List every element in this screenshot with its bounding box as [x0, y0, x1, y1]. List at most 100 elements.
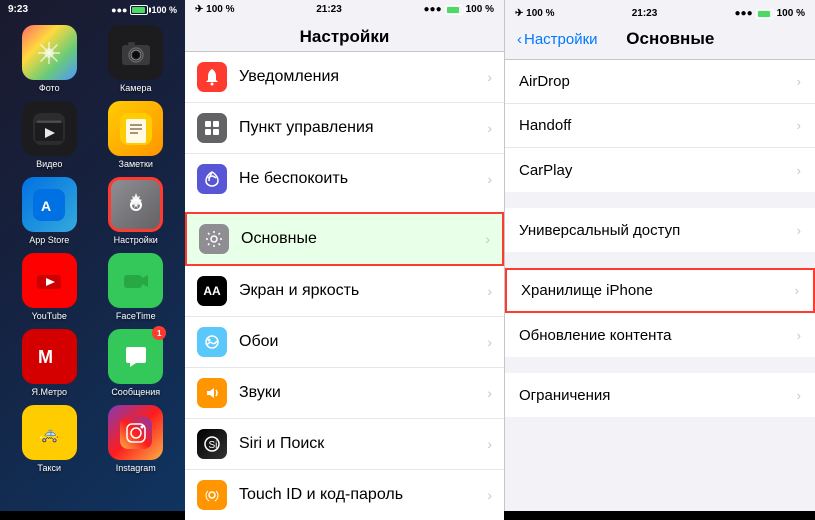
general-label: Основные	[241, 230, 485, 248]
airdrop-label: AirDrop	[519, 73, 797, 90]
messages-icon[interactable]: 1	[108, 329, 163, 384]
status-bar-left: 9:23 ●●● 100 %	[0, 0, 185, 19]
app-youtube[interactable]: YouTube	[10, 253, 89, 321]
youtube-label: YouTube	[32, 311, 67, 321]
siri-chevron: ›	[487, 436, 492, 452]
divider-3	[505, 365, 815, 373]
app-messages[interactable]: 1 Сообщения	[97, 329, 176, 397]
app-metro[interactable]: М Я.Метро	[10, 329, 89, 397]
battery-text-mid: 100 %	[466, 4, 494, 15]
battery-left	[130, 5, 148, 15]
general-chevron: ›	[485, 231, 490, 247]
youtube-icon[interactable]	[22, 253, 77, 308]
control-label: Пункт управления	[239, 119, 487, 137]
wallpaper-label: Обои	[239, 333, 487, 351]
settings-section-1: Уведомления › Пункт управления › Не бесп…	[185, 52, 504, 204]
general-section-4: Ограничения ›	[505, 373, 815, 417]
status-bar-mid: ✈ 100 % 21:23 ●●● 100 %	[185, 0, 504, 19]
settings-label: Настройки	[114, 235, 158, 245]
time-left: 9:23	[8, 4, 28, 15]
general-header: ✈ 100 % 21:23 ●●● 100 % ‹ Настройки Осно…	[505, 0, 815, 60]
general-section-2: Универсальный доступ ›	[505, 208, 815, 252]
battery-area-mid: ●●● 100 %	[424, 4, 494, 15]
control-icon	[197, 113, 227, 143]
taxi-icon[interactable]: 🚕	[22, 405, 77, 460]
settings-item-control[interactable]: Пункт управления ›	[185, 103, 504, 154]
appstore-label: App Store	[29, 235, 69, 245]
signal-mid: ✈ 100 %	[195, 4, 235, 15]
accessibility-label: Универсальный доступ	[519, 222, 797, 239]
svg-text:A: A	[41, 198, 51, 214]
video-icon[interactable]	[22, 101, 77, 156]
notes-icon[interactable]	[108, 101, 163, 156]
settings-item-general[interactable]: Основные ›	[185, 212, 504, 266]
metro-label: Я.Метро	[32, 387, 67, 397]
settings-item-wallpaper[interactable]: Обои ›	[185, 317, 504, 368]
settings-item-display[interactable]: AA Экран и яркость ›	[185, 266, 504, 317]
taxi-label: Такси	[37, 463, 61, 473]
settings-item-dnd[interactable]: Не беспокоить ›	[185, 154, 504, 204]
wallpaper-icon	[197, 327, 227, 357]
app-appstore[interactable]: A App Store	[10, 177, 89, 245]
content-update-chevron: ›	[797, 328, 801, 343]
divider-2	[505, 260, 815, 268]
status-icons-left: ●●● 100 %	[111, 5, 177, 15]
settings-icon[interactable]	[108, 177, 163, 232]
wallpaper-chevron: ›	[487, 334, 492, 350]
camera-icon[interactable]	[108, 25, 163, 80]
settings-item-notifications[interactable]: Уведомления ›	[185, 52, 504, 103]
content-update-label: Обновление контента	[519, 327, 797, 344]
general-title: Основные	[626, 29, 714, 49]
general-item-airdrop[interactable]: AirDrop ›	[505, 60, 815, 104]
general-item-content-update[interactable]: Обновление контента ›	[505, 313, 815, 357]
app-camera[interactable]: Камера	[97, 25, 176, 93]
general-item-handoff[interactable]: Handoff ›	[505, 104, 815, 148]
handoff-label: Handoff	[519, 117, 797, 134]
display-icon: AA	[197, 276, 227, 306]
metro-icon[interactable]: М	[22, 329, 77, 384]
notifications-icon	[197, 62, 227, 92]
app-notes[interactable]: Заметки	[97, 101, 176, 169]
siri-icon: Si	[197, 429, 227, 459]
time-mid: 21:23	[316, 4, 342, 15]
app-facetime[interactable]: FaceTime	[97, 253, 176, 321]
battery-percent-left: 100 %	[151, 5, 177, 15]
general-item-iphone-storage[interactable]: Хранилище iPhone ›	[505, 268, 815, 313]
svg-text:М: М	[38, 347, 53, 367]
appstore-icon[interactable]: A	[22, 177, 77, 232]
settings-list: Уведомления › Пункт управления › Не бесп…	[185, 52, 504, 520]
facetime-icon[interactable]	[108, 253, 163, 308]
general-item-accessibility[interactable]: Универсальный доступ ›	[505, 208, 815, 252]
touchid-label: Touch ID и код-пароль	[239, 486, 487, 504]
instagram-label: Instagram	[116, 463, 156, 473]
general-item-restrictions[interactable]: Ограничения ›	[505, 373, 815, 417]
iphone-storage-label: Хранилище iPhone	[521, 282, 795, 299]
general-section-3: Хранилище iPhone › Обновление контента ›	[505, 268, 815, 357]
back-button[interactable]: ‹ Настройки	[517, 31, 598, 48]
accessibility-chevron: ›	[797, 223, 801, 238]
video-label: Видео	[36, 159, 62, 169]
battery-mid	[445, 5, 463, 15]
settings-item-touchid[interactable]: Touch ID и код-пароль ›	[185, 470, 504, 520]
app-photos[interactable]: Фото	[10, 25, 89, 93]
back-label: Настройки	[524, 31, 598, 48]
general-nav: ‹ Настройки Основные	[505, 23, 815, 55]
settings-item-siri[interactable]: Si Siri и Поиск ›	[185, 419, 504, 470]
general-item-carplay[interactable]: CarPlay ›	[505, 148, 815, 192]
app-settings[interactable]: Настройки	[97, 177, 176, 245]
sounds-icon	[197, 378, 227, 408]
app-taxi[interactable]: 🚕 Такси	[10, 405, 89, 473]
settings-item-sounds[interactable]: Звуки ›	[185, 368, 504, 419]
messages-label: Сообщения	[111, 387, 160, 397]
photos-label: Фото	[39, 83, 60, 93]
display-chevron: ›	[487, 283, 492, 299]
settings-section-2: Основные › AA Экран и яркость › Обои ›	[185, 212, 504, 520]
instagram-icon[interactable]	[108, 405, 163, 460]
carplay-chevron: ›	[797, 163, 801, 178]
app-instagram[interactable]: Instagram	[97, 405, 176, 473]
camera-label: Камера	[120, 83, 151, 93]
battery-right	[756, 9, 774, 19]
app-video[interactable]: Видео	[10, 101, 89, 169]
photos-icon[interactable]	[22, 25, 77, 80]
signal-bars-right: ●●●	[735, 8, 753, 19]
